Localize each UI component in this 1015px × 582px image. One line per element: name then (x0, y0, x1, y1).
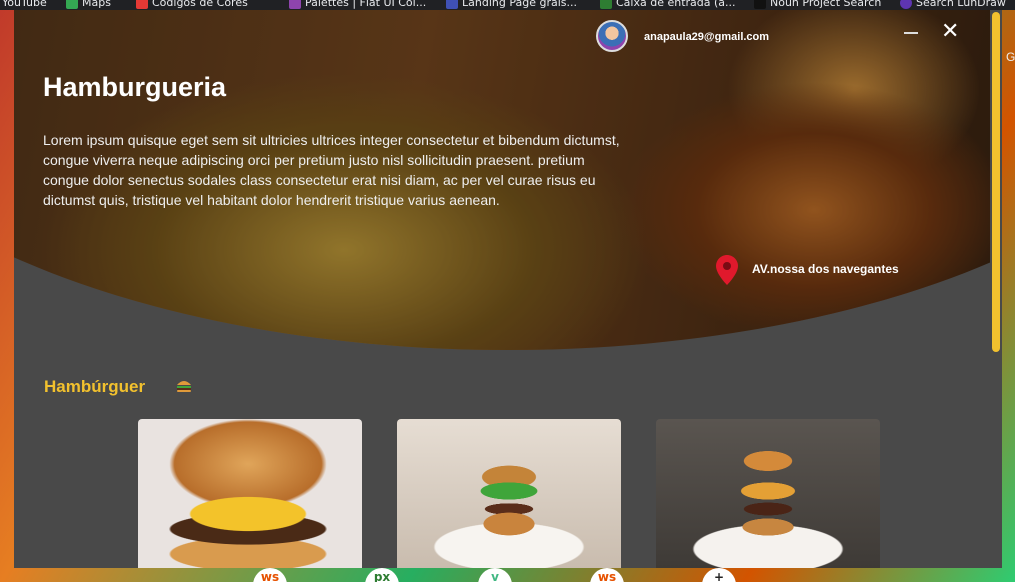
bookmark-lundraw[interactable]: Search LunDraw (900, 0, 1006, 10)
bookmark-color-codes[interactable]: Códigos de Cores (136, 0, 248, 10)
bookmark-maps[interactable]: Maps (66, 0, 111, 10)
restaurant-modal: anapaula29@gmail.com ✕ Hamburgueria Lore… (14, 10, 1002, 568)
noun-project-icon (754, 0, 766, 9)
bookmark-youtube[interactable]: YouTube (2, 0, 47, 10)
user-email: anapaula29@gmail.com (644, 31, 770, 43)
background-text: G (1006, 50, 1015, 64)
lundraw-icon (900, 0, 912, 9)
hamburger-image-1[interactable] (138, 419, 362, 568)
bookmark-landing-page[interactable]: Landing Page grais... (446, 0, 577, 10)
bookmark-inbox[interactable]: Caixa de entrada (a... (600, 0, 736, 10)
dock-icon-px[interactable]: px (365, 568, 399, 582)
palettes-icon (289, 0, 301, 9)
burger-icon (177, 381, 191, 392)
scrollbar-thumb[interactable] (992, 12, 1000, 352)
hamburger-image-2[interactable] (397, 419, 621, 568)
scrollbar[interactable] (990, 10, 1002, 568)
page-title: Hamburgueria (43, 72, 227, 102)
landing-page-icon (446, 0, 458, 9)
location-pin-icon (716, 255, 738, 285)
close-button[interactable]: ✕ (941, 20, 959, 44)
avatar[interactable] (596, 20, 628, 52)
section-title-hamburger: Hambúrguer (44, 377, 146, 396)
bookmark-noun-project[interactable]: Noun Project Search (754, 0, 881, 10)
bookmarks-bar: YouTube Maps Códigos de Cores Palettes |… (0, 0, 1015, 10)
inbox-icon (600, 0, 612, 9)
maps-icon (66, 0, 78, 9)
dock-icon-ws[interactable]: ws (253, 568, 287, 582)
restaurant-address: AV.nossa dos navegantes (752, 262, 899, 276)
hamburger-image-3[interactable] (656, 419, 880, 568)
dock-add-icon[interactable]: + (702, 568, 736, 582)
color-codes-icon (136, 0, 148, 9)
minimize-button[interactable] (904, 32, 918, 34)
bookmark-palettes[interactable]: Palettes | Flat UI Col... (289, 0, 426, 10)
restaurant-description: Lorem ipsum quisque eget sem sit ultrici… (43, 132, 620, 208)
dock-icon-ws-2[interactable]: ws (590, 568, 624, 582)
dock-icon-vue[interactable]: v (478, 568, 512, 582)
